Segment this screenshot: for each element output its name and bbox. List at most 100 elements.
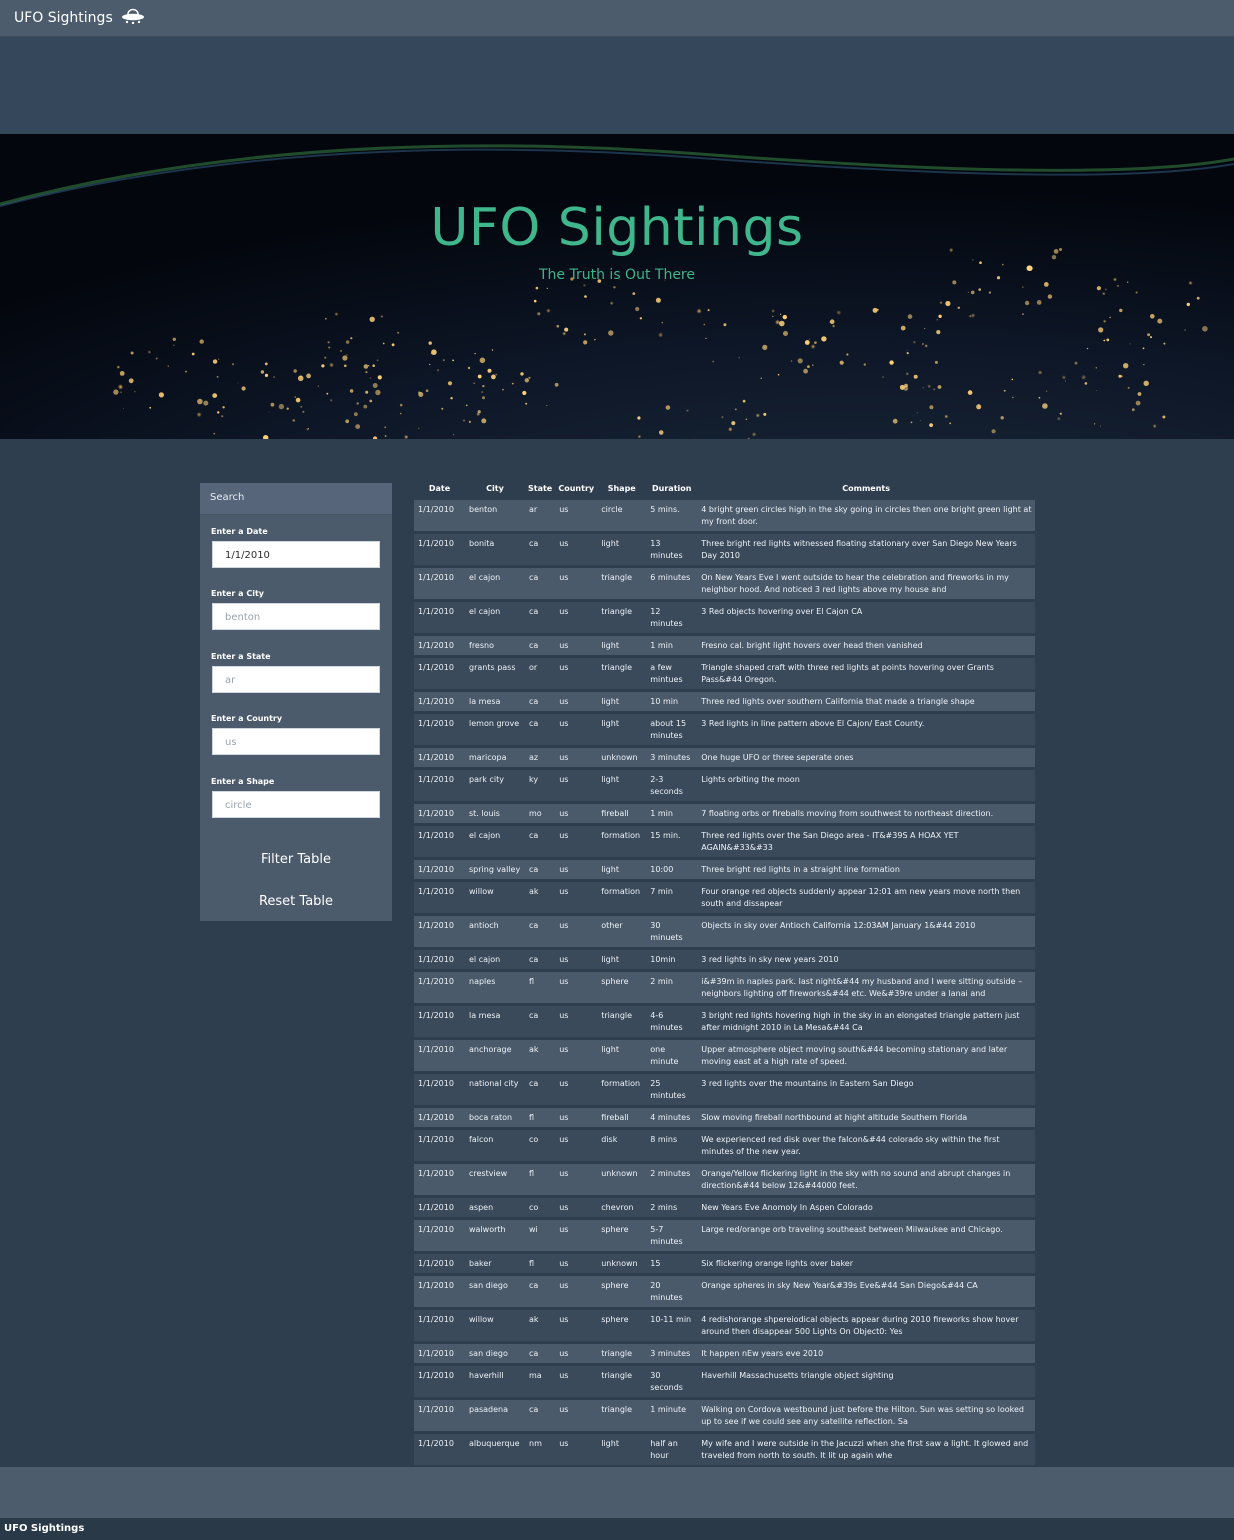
- cell-date: 1/1/2010: [414, 636, 465, 655]
- cell-comments: Four orange red objects suddenly appear …: [697, 882, 1035, 913]
- header-comments[interactable]: Comments: [697, 482, 1035, 497]
- cell-country: us: [555, 602, 598, 633]
- cell-date: 1/1/2010: [414, 1108, 465, 1127]
- cell-shape: triangle: [597, 568, 647, 599]
- cell-comments: Haverhill Massachusetts triangle object …: [697, 1366, 1035, 1397]
- cell-shape: formation: [597, 1074, 647, 1105]
- cell-city: bonita: [465, 534, 525, 565]
- cell-shape: formation: [597, 826, 647, 857]
- cell-city: la mesa: [465, 1006, 525, 1037]
- cell-duration: 6 minutes: [646, 568, 698, 599]
- cell-date: 1/1/2010: [414, 804, 465, 823]
- cell-duration: 20 minutes: [646, 1276, 698, 1307]
- cell-country: us: [555, 1344, 598, 1363]
- header-shape[interactable]: Shape: [597, 482, 646, 497]
- cell-date: 1/1/2010: [414, 770, 465, 801]
- cell-state: wi: [525, 1220, 556, 1251]
- sightings-table-container: Date City State Country Shape Duration C…: [414, 479, 1035, 1512]
- cell-shape: light: [597, 1434, 647, 1465]
- table-row: 1/1/2010 st. louis mo us fireball 1 min 7 floa…: [414, 804, 1035, 823]
- navbar-brand[interactable]: UFO Sightings: [14, 10, 113, 26]
- cell-duration: 15 min.: [646, 826, 698, 857]
- header-country[interactable]: Country: [555, 482, 597, 497]
- header-date[interactable]: Date: [414, 482, 465, 497]
- cell-city: st. louis: [465, 804, 525, 823]
- cell-state: ca: [525, 692, 556, 711]
- hero-title: UFO Sightings: [430, 198, 804, 258]
- cell-city: fresno: [465, 636, 525, 655]
- table-row: 1/1/2010 el cajon ca us formation 15 min. Thre…: [414, 826, 1035, 857]
- header-state[interactable]: State: [525, 482, 555, 497]
- table-row: 1/1/2010 lemon grove ca us light about 15 min…: [414, 714, 1035, 745]
- cell-state: or: [525, 658, 556, 689]
- cell-state: ca: [525, 860, 556, 879]
- cell-city: benton: [465, 500, 525, 531]
- cell-state: fl: [525, 972, 556, 1003]
- shape-input[interactable]: circle: [212, 791, 380, 818]
- earth-night-image: [0, 144, 1234, 439]
- cell-country: us: [555, 1198, 598, 1217]
- cell-comments: 4 bright green circles high in the sky g…: [697, 500, 1035, 531]
- cell-country: us: [555, 860, 598, 879]
- table-row: 1/1/2010 walworth wi us sphere 5-7 minutes Lar…: [414, 1220, 1035, 1251]
- country-input[interactable]: us: [212, 728, 380, 755]
- table-row: 1/1/2010 aspen co us chevron 2 mins New Years …: [414, 1198, 1035, 1217]
- cell-country: us: [555, 1254, 598, 1273]
- cell-date: 1/1/2010: [414, 1040, 465, 1071]
- cell-duration: 15: [646, 1254, 698, 1273]
- cell-country: us: [555, 1164, 598, 1195]
- cell-state: ca: [525, 1400, 556, 1431]
- filter-table-button[interactable]: Filter Table: [212, 845, 380, 875]
- top-navbar: UFO Sightings: [0, 0, 1234, 37]
- header-duration[interactable]: Duration: [646, 482, 697, 497]
- cell-state: fl: [525, 1254, 556, 1273]
- state-input[interactable]: ar: [212, 666, 380, 693]
- cell-state: ky: [525, 770, 556, 801]
- cell-state: ca: [525, 916, 556, 947]
- cell-state: ca: [525, 534, 556, 565]
- cell-country: us: [555, 1006, 598, 1037]
- cell-city: boca raton: [465, 1108, 525, 1127]
- cell-duration: 4-6 minutes: [646, 1006, 698, 1037]
- cell-country: us: [555, 950, 598, 969]
- cell-comments: On New Years Eve I went outside to hear …: [697, 568, 1035, 599]
- cell-duration: a few mintues: [646, 658, 698, 689]
- cell-city: lemon grove: [465, 714, 525, 745]
- cell-city: albuquerque: [465, 1434, 525, 1465]
- table-row: 1/1/2010 benton ar us circle 5 mins. 4 bright …: [414, 500, 1035, 531]
- cell-state: co: [525, 1130, 556, 1161]
- cell-state: ca: [525, 826, 556, 857]
- cell-country: us: [555, 770, 598, 801]
- cell-comments: 3 bright red lights hovering high in the…: [697, 1006, 1035, 1037]
- cell-city: willow: [465, 1310, 525, 1341]
- cell-date: 1/1/2010: [414, 1344, 465, 1363]
- cell-duration: 8 mins: [646, 1130, 698, 1161]
- cell-shape: sphere: [597, 1310, 647, 1341]
- cell-shape: light: [597, 692, 647, 711]
- cell-state: ak: [525, 1310, 556, 1341]
- cell-comments: We experienced red disk over the falcon&…: [697, 1130, 1035, 1161]
- city-input[interactable]: benton: [212, 603, 380, 630]
- cell-duration: 5 mins.: [646, 500, 698, 531]
- reset-table-button[interactable]: Reset Table: [212, 887, 380, 917]
- table-row: 1/1/2010 spring valley ca us light 10:00 Three…: [414, 860, 1035, 879]
- date-input[interactable]: 1/1/2010: [212, 541, 380, 568]
- cell-duration: 2 minutes: [646, 1164, 698, 1195]
- cell-state: ak: [525, 882, 556, 913]
- cell-state: ca: [525, 568, 556, 599]
- table-row: 1/1/2010 national city ca us formation 25 min…: [414, 1074, 1035, 1105]
- table-row: 1/1/2010 park city ky us light 2-3 seconds Lig…: [414, 770, 1035, 801]
- sightings-table: Date City State Country Shape Duration C…: [414, 479, 1035, 1512]
- cell-date: 1/1/2010: [414, 1310, 465, 1341]
- cell-country: us: [555, 658, 598, 689]
- cell-state: ca: [525, 1344, 556, 1363]
- cell-date: 1/1/2010: [414, 1130, 465, 1161]
- cell-duration: 10:00: [646, 860, 698, 879]
- cell-city: willow: [465, 882, 525, 913]
- header-city[interactable]: City: [465, 482, 525, 497]
- cell-comments: 3 Red lights in line pattern above El Ca…: [697, 714, 1035, 745]
- cell-comments: 4 redishorange shpereiodical objects app…: [697, 1310, 1035, 1341]
- cell-date: 1/1/2010: [414, 950, 465, 969]
- cell-date: 1/1/2010: [414, 500, 465, 531]
- cell-shape: circle: [597, 500, 647, 531]
